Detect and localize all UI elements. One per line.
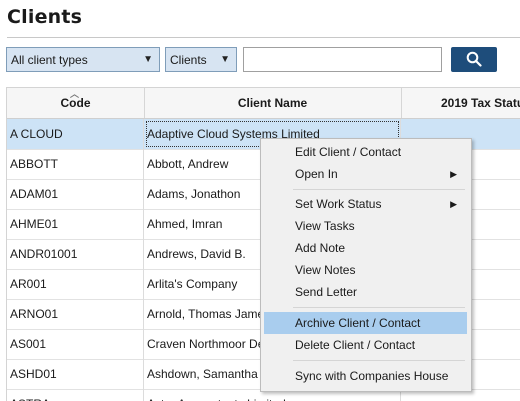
- menu-item-archive-client[interactable]: Archive Client / Contact: [264, 312, 467, 334]
- caret-up-icon: ︿: [70, 89, 80, 99]
- cell-code: ASTRA: [7, 389, 144, 401]
- cell-code: ANDR01001: [7, 239, 144, 269]
- menu-item-add-note[interactable]: Add Note: [264, 237, 467, 259]
- menu-item-delete-client[interactable]: Delete Client / Contact: [264, 334, 467, 356]
- context-menu: Edit Client / Contact Open In ▶ Set Work…: [260, 138, 472, 392]
- menu-separator: [293, 307, 465, 308]
- client-type-value: All client types: [11, 53, 88, 67]
- triangle-right-icon: ▶: [450, 199, 457, 209]
- menu-item-set-work-status[interactable]: Set Work Status ▶: [264, 193, 467, 215]
- menu-item-view-notes[interactable]: View Notes: [264, 259, 467, 281]
- column-header-code[interactable]: ︿ Code: [7, 88, 145, 118]
- triangle-down-icon: ▼: [143, 54, 153, 65]
- cell-code: ABBOTT: [7, 149, 144, 179]
- cell-code: AR001: [7, 269, 144, 299]
- menu-item-open-in[interactable]: Open In ▶: [264, 163, 467, 185]
- menu-item-send-letter[interactable]: Send Letter: [264, 281, 467, 303]
- title-divider: [7, 37, 520, 38]
- cell-code: ASHD01: [7, 359, 144, 389]
- cell-code: ARNO01: [7, 299, 144, 329]
- menu-separator: [293, 360, 465, 361]
- page-title: Clients: [7, 6, 83, 28]
- menu-separator: [293, 189, 465, 190]
- client-scope-dropdown[interactable]: Clients ▼: [165, 47, 237, 72]
- client-scope-value: Clients: [170, 53, 207, 67]
- cell-code: AHME01: [7, 209, 144, 239]
- menu-item-sync-companies-house[interactable]: Sync with Companies House: [264, 365, 467, 387]
- menu-item-view-tasks[interactable]: View Tasks: [264, 215, 467, 237]
- search-input[interactable]: [243, 47, 442, 72]
- triangle-down-icon: ▼: [220, 54, 230, 65]
- column-header-client-name[interactable]: Client Name: [144, 88, 402, 118]
- cell-code: AS001: [7, 329, 144, 359]
- client-type-dropdown[interactable]: All client types ▼: [6, 47, 160, 72]
- cell-code: A CLOUD: [7, 119, 144, 149]
- search-button[interactable]: [451, 47, 497, 72]
- search-icon: [466, 51, 482, 67]
- menu-item-edit-client[interactable]: Edit Client / Contact: [264, 141, 467, 163]
- grid-header: ︿ Code Client Name 2019 Tax Status: [7, 88, 520, 119]
- triangle-right-icon: ▶: [450, 169, 457, 179]
- cell-code: ADAM01: [7, 179, 144, 209]
- column-header-tax-status[interactable]: 2019 Tax Status: [401, 88, 520, 118]
